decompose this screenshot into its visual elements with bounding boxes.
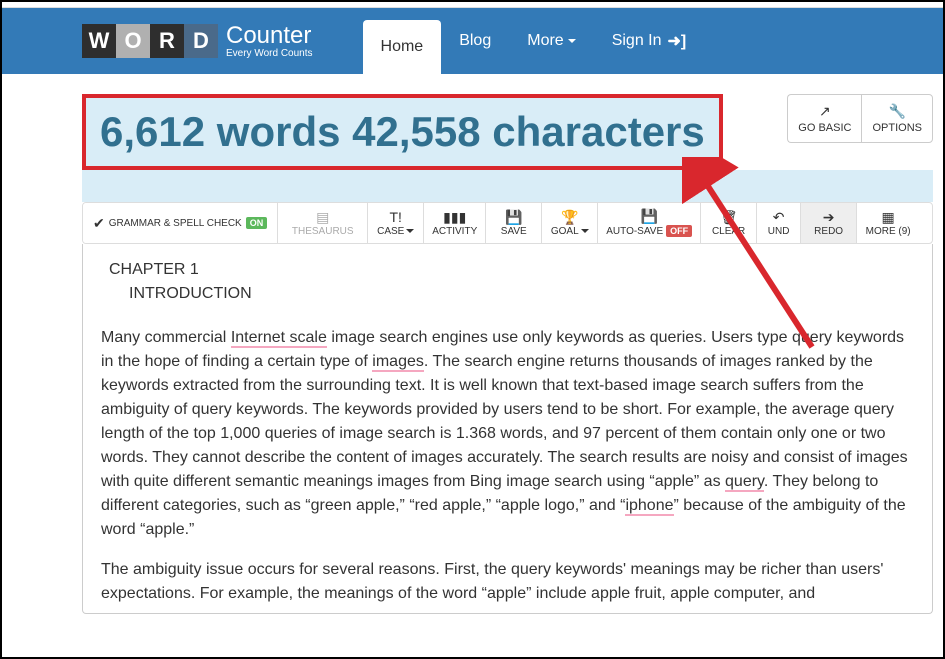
nav-signin-label: Sign In [612, 32, 662, 50]
logo-tagline: Every Word Counts [226, 49, 313, 59]
nav-more[interactable]: More [509, 8, 593, 74]
case-label: CASE [377, 226, 404, 237]
chevron-down-icon [581, 229, 589, 233]
check-icon: ✔ [93, 216, 105, 230]
logo-title: Counter [226, 24, 313, 48]
more-button[interactable]: ▦ MORE (9) [857, 203, 919, 243]
activity-label: ACTIVITY [432, 226, 477, 237]
logo-tile-d: D [184, 24, 218, 58]
word-count-value: 6,612 [100, 108, 205, 155]
chevron-down-icon [568, 39, 576, 43]
case-icon: T! [390, 210, 402, 224]
spell-mark: query [725, 473, 764, 492]
grid-icon: ▦ [882, 210, 895, 224]
floppy-icon: 💾 [640, 209, 657, 223]
trash-icon: 🗑 [720, 210, 738, 224]
char-count-value: 42,558 [352, 108, 480, 155]
go-basic-label: GO BASIC [798, 122, 851, 134]
book-icon: ▤ [316, 210, 329, 224]
go-basic-button[interactable]: ↗ GO BASIC [787, 94, 861, 143]
external-link-icon: ↗ [798, 103, 851, 120]
nav-blog[interactable]: Blog [441, 8, 509, 74]
nav-signin[interactable]: Sign In ➜] [594, 8, 705, 74]
nav-home[interactable]: Home [363, 20, 442, 74]
word-count-label: words [217, 108, 341, 155]
options-button[interactable]: 🔧 OPTIONS [861, 94, 933, 143]
case-button[interactable]: T! CASE [368, 203, 424, 243]
clear-button[interactable]: 🗑 CLEAR [701, 203, 757, 243]
goal-label: GOAL [551, 226, 579, 237]
counter-strip [82, 170, 933, 202]
logo-tile-o: O [116, 24, 150, 58]
autosave-label: AUTO-SAVE [606, 226, 663, 237]
save-label: SAVE [501, 226, 527, 237]
redo-button[interactable]: ➔ REDO [801, 203, 857, 243]
clear-label: CLEAR [712, 226, 745, 237]
autosave-badge: OFF [666, 225, 692, 237]
chevron-down-icon [406, 229, 414, 233]
save-button[interactable]: 💾 SAVE [486, 203, 542, 243]
grammar-label: GRAMMAR & SPELL CHECK [109, 218, 242, 229]
spell-mark: images [372, 353, 424, 372]
activity-button[interactable]: ▮▮▮ ACTIVITY [424, 203, 486, 243]
chapter-heading: CHAPTER 1 [109, 258, 914, 282]
toolbar: ✔ GRAMMAR & SPELL CHECK ON ▤ THESAURUS T… [82, 202, 933, 244]
redo-label: REDO [814, 226, 843, 237]
grammar-badge: ON [246, 217, 268, 229]
spell-mark: iphone [625, 497, 673, 516]
trophy-icon: 🏆 [561, 210, 578, 224]
logo-tiles: W O R D [82, 24, 218, 58]
more-label: MORE (9) [866, 226, 911, 237]
undo-label: UND [768, 226, 790, 237]
logo-tile-r: R [150, 24, 184, 58]
signin-icon: ➜] [668, 31, 687, 51]
logo[interactable]: W O R D Counter Every Word Counts [82, 24, 313, 59]
undo-button[interactable]: ↶ UND [757, 203, 801, 243]
grammar-check-button[interactable]: ✔ GRAMMAR & SPELL CHECK ON [83, 203, 278, 243]
save-icon: 💾 [505, 210, 522, 224]
char-count-label: characters [492, 108, 704, 155]
thesaurus-button[interactable]: ▤ THESAURUS [278, 203, 368, 243]
spell-mark: Internet scale [231, 329, 327, 348]
redo-icon: ➔ [823, 210, 835, 224]
word-count-panel: 6,612 words 42,558 characters [82, 94, 723, 170]
logo-tile-w: W [82, 24, 116, 58]
paragraph-2: The ambiguity issue occurs for several r… [101, 558, 914, 606]
wrench-icon: 🔧 [872, 103, 922, 120]
undo-icon: ↶ [773, 210, 785, 224]
text-editor[interactable]: CHAPTER 1 INTRODUCTION Many commercial I… [82, 244, 933, 614]
options-label: OPTIONS [872, 122, 922, 134]
paragraph-1: Many commercial Internet scale image sea… [101, 326, 914, 542]
autosave-button[interactable]: 💾 AUTO-SAVE OFF [598, 203, 701, 243]
intro-heading: INTRODUCTION [129, 282, 914, 306]
thesaurus-label: THESAURUS [292, 226, 354, 237]
bar-chart-icon: ▮▮▮ [443, 210, 466, 224]
navbar: W O R D Counter Every Word Counts Home B… [2, 8, 943, 74]
goal-button[interactable]: 🏆 GOAL [542, 203, 598, 243]
nav-more-label: More [527, 32, 563, 50]
